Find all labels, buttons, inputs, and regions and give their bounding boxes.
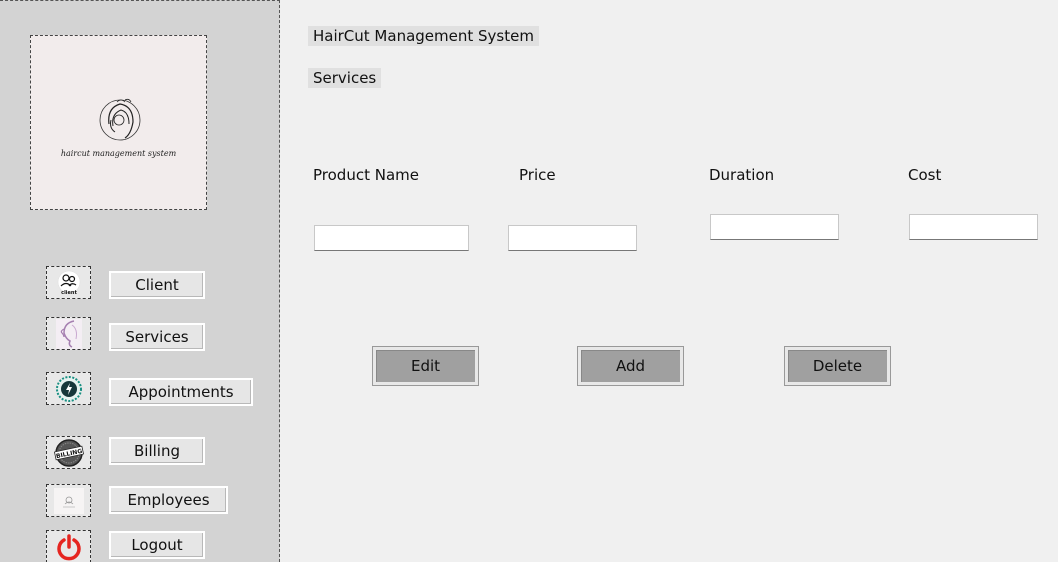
add-button[interactable]: Add [577, 346, 684, 386]
app-title: HairCut Management System [308, 26, 539, 46]
sidebar-item-employees[interactable]: Employees [109, 486, 228, 514]
page-title: Services [308, 68, 382, 88]
product-name-label: Product Name [313, 166, 419, 184]
sidebar-item-services[interactable]: Services [109, 323, 205, 351]
logo: haircut management system [30, 35, 207, 210]
sidebar-item-client[interactable]: Client [109, 271, 205, 299]
billing-icon: BILLING [46, 436, 91, 469]
cost-label: Cost [908, 166, 942, 184]
duration-input[interactable] [710, 214, 839, 240]
hair-logo-icon [99, 98, 141, 141]
services-icon [46, 317, 91, 350]
price-label: Price [519, 166, 556, 184]
edit-button[interactable]: Edit [372, 346, 479, 386]
duration-label: Duration [709, 166, 775, 184]
employees-icon [46, 484, 91, 517]
client-icon: client [46, 266, 91, 299]
price-input[interactable] [508, 225, 637, 251]
sidebar-item-billing[interactable]: Billing [109, 437, 205, 465]
sidebar: haircut management system client Client … [0, 0, 280, 562]
product-name-input[interactable] [314, 225, 469, 251]
client-icon-text: client [61, 290, 77, 296]
appointments-icon [46, 372, 91, 405]
power-icon [46, 530, 91, 562]
logout-button[interactable]: Logout [109, 531, 205, 559]
sidebar-item-appointments[interactable]: Appointments [109, 378, 253, 406]
logo-text: haircut management system [60, 149, 177, 158]
delete-button[interactable]: Delete [784, 346, 891, 386]
cost-input[interactable] [909, 214, 1038, 240]
